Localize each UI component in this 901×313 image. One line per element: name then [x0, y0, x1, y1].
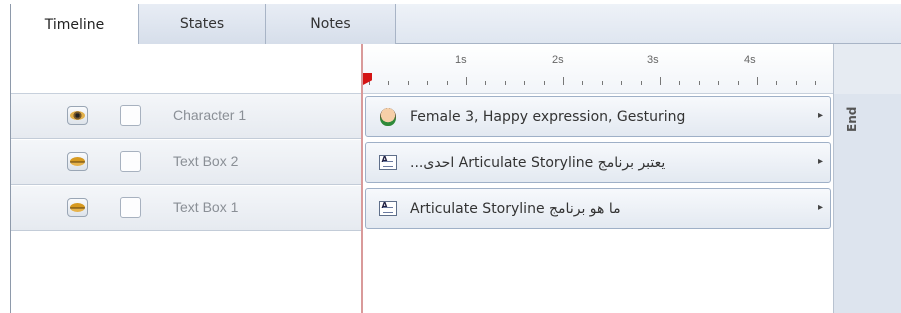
lock-checkbox[interactable] [120, 151, 141, 172]
eye-closed-icon[interactable] [67, 152, 88, 171]
text-box-icon: A [378, 199, 397, 218]
ruler-tick [427, 81, 429, 85]
expand-arrow-icon[interactable]: ▸ [818, 202, 823, 213]
ruler-tick [679, 81, 681, 85]
text-box-icon: A [378, 153, 397, 172]
ruler-tick [485, 81, 487, 85]
ruler-tick [563, 77, 564, 85]
expand-arrow-icon[interactable]: ▸ [818, 156, 823, 167]
end-marker[interactable]: End [845, 107, 865, 142]
layer-row-character-1[interactable]: Character 1 [11, 94, 361, 139]
ruler-tick [407, 81, 409, 85]
ruler-tick [621, 81, 623, 85]
tab-bar: Timeline States Notes [11, 4, 901, 45]
ruler-tick [795, 81, 797, 85]
ruler-tick [757, 77, 758, 85]
timeline-panel: Timeline States Notes 1s 2s 3s 4s 5s Cha… [10, 4, 901, 313]
end-zone [833, 94, 901, 313]
timeline-bar-text-box-2[interactable]: A ...احدى Articulate Storyline يعتبر برن… [365, 142, 831, 183]
lock-checkbox[interactable] [120, 105, 141, 126]
ruler-tick [737, 81, 739, 85]
ruler-tick [698, 81, 700, 85]
timeline-bar-text-box-1[interactable]: A Articulate Storyline ما هو برنامج ▸ [365, 188, 831, 229]
panel-splitter[interactable] [361, 44, 363, 313]
ruler-tick [718, 81, 720, 85]
tab-notes[interactable]: Notes [266, 4, 396, 44]
ruler-tick [815, 81, 817, 85]
eye-open-icon[interactable] [67, 106, 88, 125]
layer-name: Character 1 [173, 107, 247, 123]
eye-closed-icon[interactable] [67, 198, 88, 217]
ruler-tick [466, 77, 467, 85]
layer-row-text-box-1[interactable]: Text Box 1 [11, 186, 361, 231]
layer-name: Text Box 1 [173, 199, 239, 215]
ruler-tick [388, 81, 390, 85]
ruler-tick [640, 81, 642, 85]
time-ruler[interactable]: 1s 2s 3s 4s 5s [363, 44, 901, 94]
ruler-tick [446, 81, 448, 85]
bar-label: Female 3, Happy expression, Gesturing [410, 108, 686, 125]
end-label: End [845, 106, 859, 132]
timeline-bar-character-1[interactable]: Female 3, Happy expression, Gesturing ▸ [365, 96, 831, 137]
end-zone-header [833, 44, 901, 94]
lock-checkbox[interactable] [120, 197, 141, 218]
ruler-label-4s: 4s [744, 54, 756, 66]
ruler-label-2s: 2s [552, 54, 564, 66]
ruler-tick [582, 81, 584, 85]
layer-name: Text Box 2 [173, 153, 239, 169]
ruler-label-1s: 1s [455, 54, 467, 66]
layer-row-text-box-2[interactable]: Text Box 2 [11, 140, 361, 185]
tab-states[interactable]: States [139, 4, 266, 44]
tab-timeline[interactable]: Timeline [11, 4, 139, 45]
ruler-tick [776, 81, 778, 85]
bar-label: ...احدى Articulate Storyline يعتبر برنام… [410, 154, 666, 171]
expand-arrow-icon[interactable]: ▸ [818, 110, 823, 121]
ruler-label-3s: 3s [647, 54, 659, 66]
character-icon [378, 107, 397, 126]
ruler-tick [660, 77, 661, 85]
bar-label: Articulate Storyline ما هو برنامج [410, 200, 621, 217]
ruler-tick [543, 81, 545, 85]
ruler-tick [601, 81, 603, 85]
layers-header [11, 44, 361, 94]
ruler-tick [504, 81, 506, 85]
ruler-tick [524, 81, 526, 85]
